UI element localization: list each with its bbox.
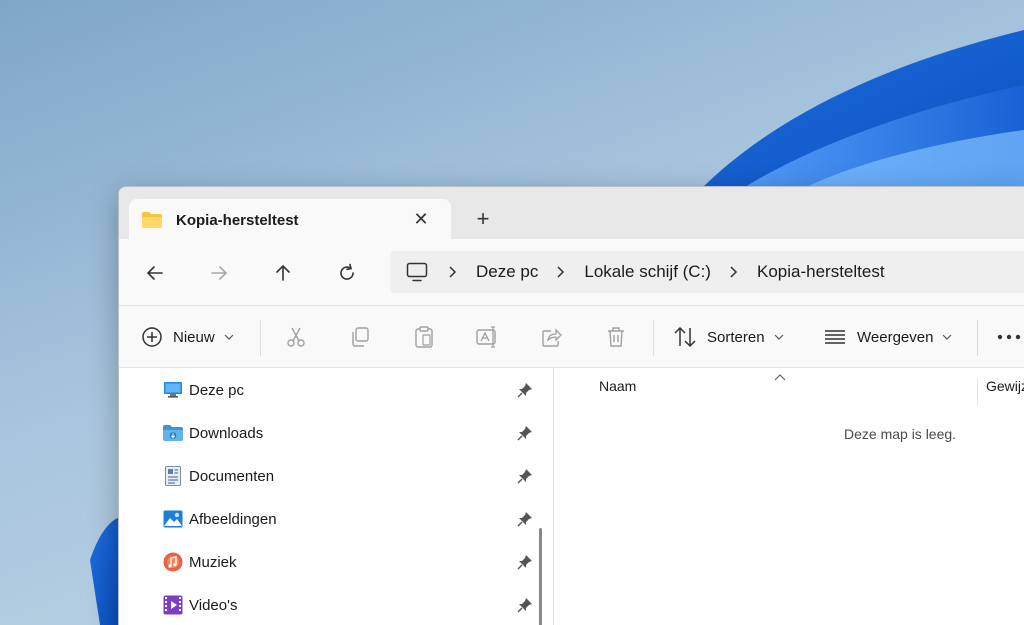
rename-icon bbox=[476, 326, 496, 348]
sidebar-item-label: Video's bbox=[189, 596, 238, 614]
paste-button[interactable] bbox=[407, 320, 441, 354]
arrow-right-icon bbox=[211, 266, 228, 280]
column-header-modified[interactable]: Gewijz bbox=[977, 378, 1024, 406]
share-button[interactable] bbox=[535, 320, 569, 354]
sidebar-item-label: Muziek bbox=[189, 553, 237, 571]
close-tab-icon[interactable]: ✕ bbox=[409, 207, 433, 231]
breadcrumb-item[interactable]: Lokale schijf (C:) bbox=[584, 262, 711, 282]
sort-button[interactable]: Sorteren bbox=[673, 318, 784, 356]
tab-kopia-hersteltest[interactable]: Kopia-hersteltest ✕ bbox=[129, 199, 451, 241]
sidebar-scrollbar[interactable] bbox=[539, 528, 542, 625]
sidebar-item-label: Deze pc bbox=[189, 381, 245, 399]
sidebar-item-label: Documenten bbox=[189, 467, 275, 485]
pin-icon[interactable] bbox=[517, 468, 533, 484]
documents-icon bbox=[163, 466, 183, 486]
back-button[interactable] bbox=[135, 253, 175, 293]
arrow-left-icon bbox=[146, 266, 163, 280]
copy-button[interactable] bbox=[343, 320, 377, 354]
sort-ascending-icon bbox=[774, 368, 786, 386]
tab-title: Kopia-hersteltest bbox=[176, 211, 299, 229]
new-button[interactable]: Nieuw bbox=[141, 318, 234, 356]
refresh-button[interactable] bbox=[327, 253, 367, 293]
folder-icon bbox=[142, 212, 162, 228]
chevron-right-icon bbox=[448, 265, 458, 279]
trash-icon bbox=[608, 327, 624, 347]
monitor-icon bbox=[163, 380, 183, 400]
copy-icon bbox=[352, 327, 369, 347]
chevron-right-icon bbox=[729, 265, 739, 279]
downloads-folder-icon bbox=[163, 423, 183, 443]
scissors-icon bbox=[287, 327, 305, 347]
pin-icon[interactable] bbox=[517, 425, 533, 441]
forward-button[interactable] bbox=[199, 253, 239, 293]
new-tab-button[interactable]: + bbox=[469, 205, 497, 233]
chevron-down-icon bbox=[774, 334, 784, 340]
add-circle-icon bbox=[142, 327, 162, 347]
file-explorer-window: Kopia-hersteltest ✕ + Deze pc Lokale sch… bbox=[118, 186, 1024, 625]
sidebar-item-music[interactable]: Muziek bbox=[163, 545, 533, 579]
chevron-down-icon bbox=[942, 334, 952, 340]
more-icon bbox=[997, 334, 1021, 340]
up-button[interactable] bbox=[263, 253, 303, 293]
navigation-bar: Deze pc Lokale schijf (C:) Kopia-herstel… bbox=[119, 239, 1024, 305]
pictures-icon bbox=[163, 509, 183, 529]
sidebar-item-downloads[interactable]: Downloads bbox=[163, 416, 533, 450]
pin-icon[interactable] bbox=[517, 382, 533, 398]
pin-icon[interactable] bbox=[517, 554, 533, 570]
sidebar-item-videos[interactable]: Video's bbox=[163, 588, 533, 622]
command-bar: Nieuw Sorteren Weergeven bbox=[119, 305, 1024, 368]
sidebar-item-documents[interactable]: Documenten bbox=[163, 459, 533, 493]
empty-folder-message: Deze map is leeg. bbox=[844, 426, 957, 442]
sidebar-item-this-pc[interactable]: Deze pc bbox=[163, 373, 533, 407]
cut-button[interactable] bbox=[279, 320, 313, 354]
music-icon bbox=[163, 552, 183, 572]
breadcrumb-item[interactable]: Kopia-hersteltest bbox=[757, 262, 885, 282]
share-icon bbox=[542, 328, 562, 347]
pin-icon[interactable] bbox=[517, 597, 533, 613]
tab-strip: Kopia-hersteltest ✕ + bbox=[119, 187, 1024, 241]
sidebar-item-label: Downloads bbox=[189, 424, 264, 442]
list-view-icon bbox=[825, 330, 845, 344]
toolbar-divider bbox=[653, 320, 654, 356]
arrow-up-icon bbox=[276, 264, 290, 281]
new-button-label: Nieuw bbox=[173, 328, 215, 346]
more-options-button[interactable] bbox=[993, 320, 1024, 354]
pin-icon[interactable] bbox=[517, 511, 533, 527]
refresh-icon bbox=[340, 263, 354, 280]
chevron-down-icon bbox=[224, 334, 234, 340]
column-header-name[interactable]: Naam bbox=[599, 378, 636, 394]
rename-button[interactable] bbox=[471, 320, 505, 354]
sidebar-item-label: Afbeeldingen bbox=[189, 510, 277, 528]
monitor-icon bbox=[406, 262, 428, 282]
sort-button-label: Sorteren bbox=[707, 328, 765, 346]
breadcrumb-item[interactable]: Deze pc bbox=[476, 262, 538, 282]
toolbar-divider bbox=[977, 320, 978, 356]
clipboard-icon bbox=[415, 326, 433, 348]
view-button-label: Weergeven bbox=[857, 328, 934, 346]
videos-icon bbox=[163, 595, 183, 615]
chevron-right-icon bbox=[556, 265, 566, 279]
delete-button[interactable] bbox=[599, 320, 633, 354]
address-bar[interactable]: Deze pc Lokale schijf (C:) Kopia-herstel… bbox=[390, 251, 1024, 293]
toolbar-divider bbox=[260, 320, 261, 356]
sort-icon bbox=[674, 326, 696, 348]
navigation-pane: Deze pc Downloads Documenten Afbeeldinge… bbox=[119, 368, 553, 625]
view-button[interactable]: Weergeven bbox=[823, 318, 952, 356]
sidebar-item-pictures[interactable]: Afbeeldingen bbox=[163, 502, 533, 536]
file-list: Naam Gewijz Deze map is leeg. bbox=[554, 368, 1024, 625]
